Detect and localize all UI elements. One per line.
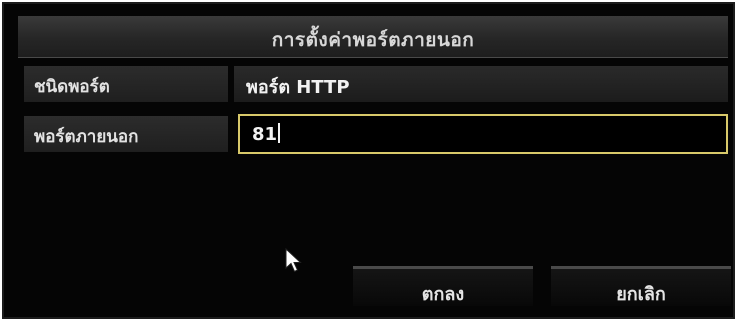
external-port-input-text: 81: [252, 123, 281, 145]
mouse-pointer-icon: [285, 248, 302, 273]
port-type-row: ชนิดพอร์ต พอร์ต HTTP: [24, 66, 728, 102]
ok-button[interactable]: ตกลง: [353, 266, 533, 306]
ok-button-label: ตกลง: [421, 284, 465, 305]
external-port-value: 81: [252, 124, 278, 145]
cancel-button[interactable]: ยกเลิก: [551, 266, 731, 306]
external-port-input[interactable]: 81: [238, 114, 728, 154]
port-type-label: ชนิดพอร์ต: [34, 77, 110, 97]
external-port-row: พอร์ตภายนอก 81: [24, 114, 728, 154]
port-type-value: พอร์ต HTTP: [246, 77, 350, 98]
port-type-select[interactable]: พอร์ต HTTP: [234, 66, 728, 102]
port-settings-dialog: การตั้งค่าพอร์ตภายนอก ชนิดพอร์ต พอร์ต HT…: [2, 2, 735, 319]
external-port-label: พอร์ตภายนอก: [34, 127, 139, 147]
text-caret: [278, 123, 281, 143]
external-port-label-cell: พอร์ตภายนอก: [24, 116, 228, 152]
dialog-title-bar: การตั้งค่าพอร์ตภายนอก: [18, 16, 728, 58]
port-type-label-cell: ชนิดพอร์ต: [24, 66, 228, 102]
cancel-button-label: ยกเลิก: [616, 284, 666, 305]
dialog-title: การตั้งค่าพอร์ตภายนอก: [271, 29, 475, 51]
